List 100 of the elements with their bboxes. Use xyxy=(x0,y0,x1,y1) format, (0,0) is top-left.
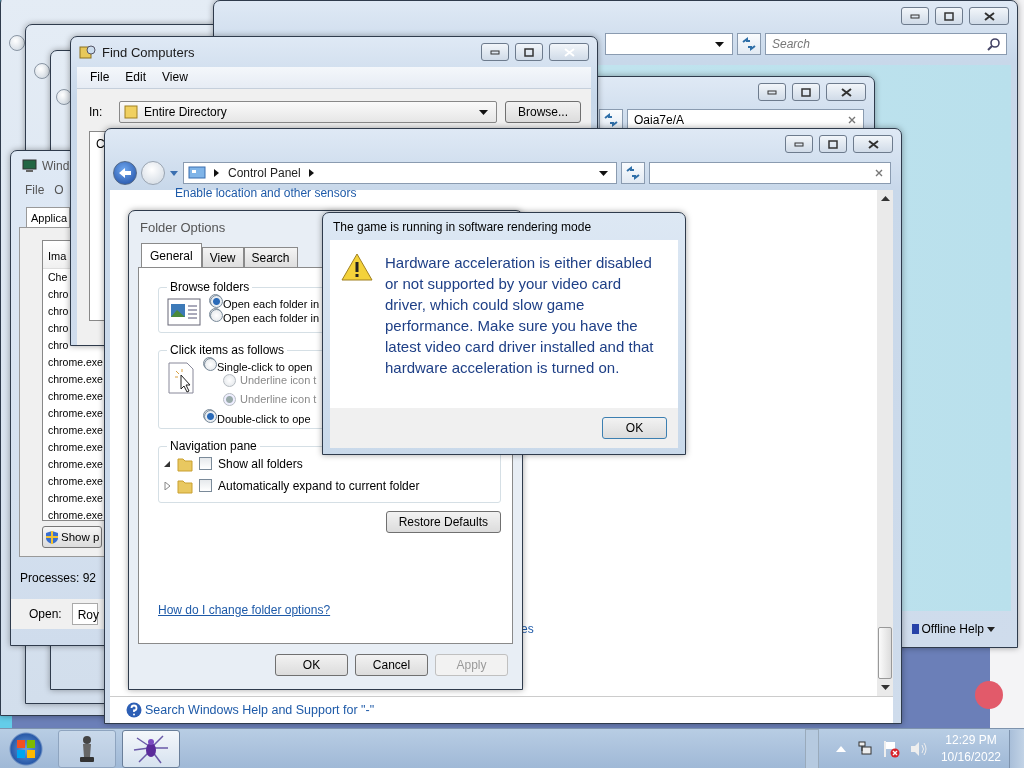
clear-icon[interactable] xyxy=(874,168,884,178)
flag-icon[interactable] xyxy=(881,740,900,758)
scope-dropdown[interactable]: Entire Directory xyxy=(119,101,497,123)
search-icon[interactable] xyxy=(987,37,1001,51)
process-name[interactable]: chrome.exe xyxy=(48,441,103,453)
ok-button[interactable]: OK xyxy=(602,417,667,439)
address-bar[interactable] xyxy=(605,33,733,55)
refresh-button[interactable] xyxy=(621,162,645,184)
close-button[interactable] xyxy=(826,83,866,101)
checkbox[interactable] xyxy=(199,479,212,492)
minimize-icon xyxy=(490,49,500,55)
process-name[interactable]: chrome.exe xyxy=(48,475,103,487)
menu-item[interactable]: File xyxy=(25,183,45,197)
alert-message: Hardware acceleration is either disabled or not supported by your video card driver, which could slow game performance. Make sure you have the latest video card driver installed and that hardware acceleration is turned on. xyxy=(385,253,655,378)
taskbar-button[interactable] xyxy=(58,730,116,768)
minimize-icon xyxy=(767,89,777,95)
open-field[interactable]: Roy xyxy=(71,603,98,625)
option-label: Single-click to open xyxy=(217,361,313,373)
chevron-icon[interactable] xyxy=(214,169,220,177)
tab[interactable]: General xyxy=(141,243,202,267)
process-name[interactable]: chrome.exe xyxy=(48,356,103,368)
taskbar-button[interactable] xyxy=(122,730,180,768)
tab[interactable]: Applica xyxy=(26,207,70,227)
process-name[interactable]: chrome.exe xyxy=(48,407,103,419)
scroll-down-icon[interactable] xyxy=(880,685,890,690)
minimize-button[interactable] xyxy=(785,135,813,153)
windows-flag-icon xyxy=(15,738,37,760)
process-name[interactable]: chro xyxy=(48,322,69,334)
group-title: Browse folders xyxy=(169,280,251,294)
clear-icon[interactable] xyxy=(847,115,857,125)
search-field[interactable]: Oaia7e/A xyxy=(627,109,864,131)
expander-icon[interactable] xyxy=(163,459,171,468)
close-button[interactable] xyxy=(969,7,1009,25)
help-link[interactable]: Search Windows Help and Support for "-" xyxy=(126,702,375,718)
maximize-button[interactable] xyxy=(515,43,543,61)
network-icon[interactable] xyxy=(855,741,872,757)
radio-button[interactable] xyxy=(204,410,217,423)
search-field[interactable] xyxy=(649,162,891,184)
close-icon xyxy=(563,47,575,57)
option-label: Double-click to ope xyxy=(217,413,311,425)
search-field[interactable]: Search xyxy=(765,33,1007,55)
checkbox[interactable] xyxy=(199,457,212,470)
dialog-button[interactable]: Cancel xyxy=(355,654,428,676)
result-item[interactable]: C xyxy=(96,137,105,151)
window-icon xyxy=(167,298,201,326)
window-title: Wind xyxy=(42,159,70,173)
menu-item[interactable]: File xyxy=(90,70,110,84)
tab[interactable]: Search xyxy=(243,247,298,267)
tab[interactable]: View xyxy=(201,247,244,267)
menu-item[interactable]: Edit xyxy=(125,70,147,84)
floating-button[interactable] xyxy=(975,681,1003,709)
address-bar[interactable]: Control Panel xyxy=(183,162,617,184)
show-processes-button[interactable]: Show p xyxy=(42,526,103,548)
dropdown-arrow-icon[interactable] xyxy=(599,170,608,176)
maximize-button[interactable] xyxy=(935,7,963,25)
sensor-link[interactable]: Enable location and other sensors xyxy=(110,186,357,200)
folder-icon xyxy=(177,455,193,472)
minimize-button[interactable] xyxy=(481,43,509,61)
refresh-button[interactable] xyxy=(737,33,761,55)
minimize-button[interactable] xyxy=(758,83,786,101)
process-name[interactable]: chrome.exe xyxy=(48,373,103,385)
scroll-up-icon[interactable] xyxy=(880,196,890,201)
scrollbar[interactable] xyxy=(877,190,893,696)
minimize-button[interactable] xyxy=(901,7,929,25)
menu-item[interactable]: O xyxy=(54,183,64,197)
breadcrumb[interactable]: Control Panel xyxy=(228,166,301,180)
chevron-icon[interactable] xyxy=(308,169,315,177)
dialog-title: Folder Options xyxy=(140,219,226,235)
process-name[interactable]: chro xyxy=(48,339,69,351)
browse-button[interactable]: Browse... xyxy=(505,101,581,123)
restore-defaults-button[interactable]: Restore Defaults xyxy=(385,511,501,533)
maximize-button[interactable] xyxy=(792,83,820,101)
history-arrow-icon[interactable] xyxy=(169,169,179,177)
process-name[interactable]: chrome.exe xyxy=(48,492,103,504)
process-name[interactable]: chrome.exe xyxy=(48,509,103,520)
back-button[interactable] xyxy=(113,161,137,185)
process-name[interactable]: Che xyxy=(48,271,68,283)
column-header[interactable]: Ima xyxy=(48,250,67,262)
radio-button[interactable] xyxy=(210,295,223,308)
process-name[interactable]: chro xyxy=(48,305,69,317)
close-button[interactable] xyxy=(853,135,893,153)
refresh-button[interactable] xyxy=(599,109,623,131)
process-name[interactable]: chrome.exe xyxy=(48,458,103,470)
maximize-icon xyxy=(944,11,954,21)
process-name[interactable]: chrome.exe xyxy=(48,424,103,436)
directory-icon xyxy=(124,105,138,119)
process-name[interactable]: chrome.exe xyxy=(48,390,103,402)
maximize-button[interactable] xyxy=(819,135,847,153)
scroll-thumb[interactable] xyxy=(878,627,892,679)
dialog-button[interactable]: OK xyxy=(275,654,348,676)
process-name[interactable]: chro xyxy=(48,288,69,300)
help-icon xyxy=(126,702,142,718)
page-pointer-icon xyxy=(167,361,195,395)
help-link[interactable]: How do I change folder options? xyxy=(158,603,331,617)
refresh-icon xyxy=(603,113,619,127)
offline-help-button[interactable]: Offline Help xyxy=(911,622,995,636)
menu-item[interactable]: View xyxy=(162,70,188,84)
radio-button[interactable] xyxy=(210,309,223,322)
in-label: In: xyxy=(89,105,104,119)
radio-button[interactable] xyxy=(204,358,217,371)
